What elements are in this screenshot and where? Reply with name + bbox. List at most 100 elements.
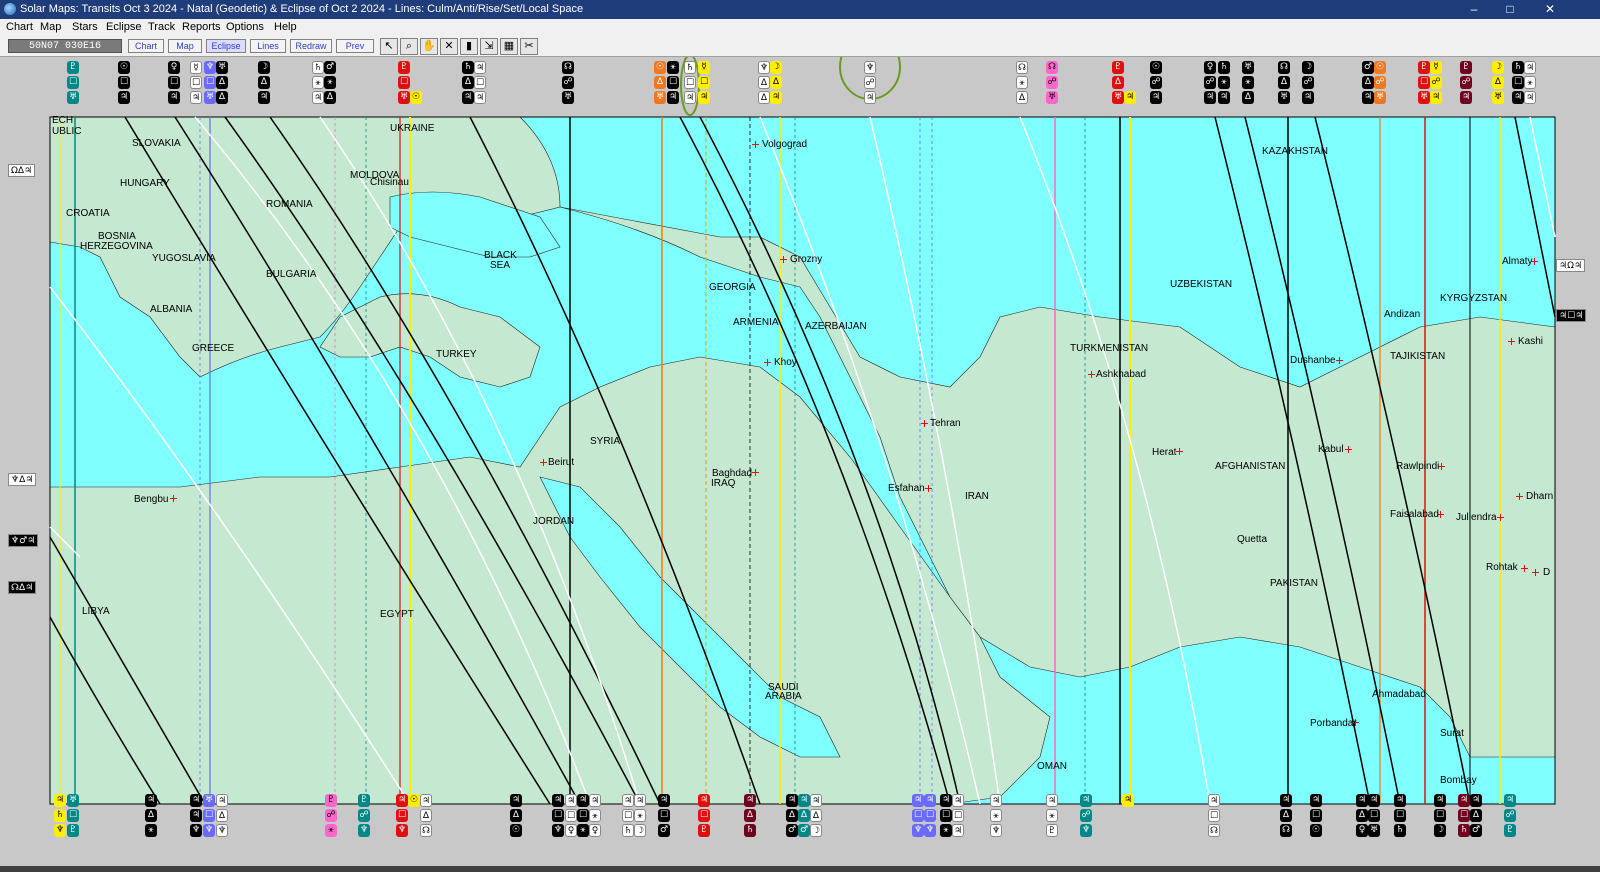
city-label: Rohtak: [1486, 562, 1518, 573]
country-label: IRAQ: [711, 478, 736, 489]
glyph-stack-top: ♀ ☐ ♃: [168, 61, 180, 104]
menu-reports[interactable]: Reports: [182, 21, 221, 33]
cross-icon[interactable]: ✕: [440, 38, 458, 55]
country-label: LIBYA: [82, 606, 110, 617]
country-label: SYRIA: [590, 436, 621, 447]
city-marker: [752, 141, 759, 148]
glyph-stack-top: ♅ ⚹ Δ: [1242, 61, 1254, 104]
menu-help[interactable]: Help: [274, 21, 297, 33]
glyph-stack-bottom: ♃ ☐ ♂: [658, 794, 670, 837]
city-marker: [170, 495, 177, 502]
glyph-stack-top: ☊ Δ ♅: [1278, 61, 1290, 104]
country-label: UBLIC: [52, 126, 82, 137]
eclipse-button[interactable]: Eclipse: [206, 39, 246, 53]
marker-icon[interactable]: ▮: [460, 38, 478, 55]
country-label: AZERBAIJAN: [805, 321, 867, 332]
glyph-stack-top: ☉ Δ ♅: [654, 61, 666, 104]
map-area[interactable]: ECH UBLIC SLOVAKIA UKRAINE HUNGARY MOLDO…: [0, 57, 1600, 872]
glyph-stack-bottom: ♃ ♄ ♆: [54, 794, 66, 837]
glyph-stack-top: ☽ Δ ♃: [770, 61, 782, 104]
city-label: Baghdad: [712, 468, 753, 479]
country-label: ALBANIA: [150, 304, 193, 315]
minimize-button[interactable]: –: [1456, 0, 1492, 19]
glyph-stack-bottom: ♇ ☍ ♆: [358, 794, 370, 837]
country-label: GEORGIA: [709, 282, 756, 293]
maximize-button[interactable]: □: [1492, 0, 1528, 19]
hand-icon[interactable]: ✋: [420, 38, 438, 55]
lines-button[interactable]: Lines: [250, 39, 286, 53]
city-label: Surat: [1440, 728, 1464, 739]
zoom-icon[interactable]: ⌕: [400, 38, 418, 55]
glyph-stack-top: ☿ ☐ ♃: [698, 61, 710, 104]
city-label: Grozny: [790, 254, 823, 265]
grid-icon[interactable]: ▦: [500, 38, 518, 55]
glyph-stack-top: ☽ ☍ ♃: [1302, 61, 1314, 104]
country-label: BULGARIA: [266, 269, 317, 280]
city-label: Kashi: [1518, 336, 1544, 347]
city-label: Tehran: [930, 418, 961, 429]
city-marker: [1532, 569, 1539, 576]
city-marker: [1508, 338, 1515, 345]
glyph-stack-top: ♇ ☍ ♃: [1460, 61, 1472, 104]
glyph-stack-top: ☽ Δ ♅: [1492, 61, 1504, 104]
glyph-stack-bottom: ♃ ☐ ♆: [552, 794, 564, 837]
country-label: KYRGYZSTAN: [1440, 293, 1508, 304]
cursor-icon[interactable]: ↖: [380, 38, 398, 55]
close-button[interactable]: ✕: [1532, 0, 1568, 19]
city-label: Chisinau: [370, 177, 409, 188]
coordinates-readout: 50N07 030E16: [8, 39, 122, 53]
prev-button[interactable]: Prev: [336, 39, 374, 53]
app-globe-icon: [4, 3, 16, 15]
left-margin-label: ☊Δ♃: [8, 581, 37, 594]
country-label: GREECE: [192, 343, 235, 354]
redraw-button[interactable]: Redraw: [290, 39, 332, 53]
glyph-stack-bottom: ♇ ☍ ⚹: [325, 794, 337, 837]
scissors-icon[interactable]: ✂: [520, 38, 538, 55]
city-label: Bengbu: [134, 494, 169, 505]
glyph-stack-bottom: ♃ ☐ ☽: [1434, 794, 1446, 837]
glyph-stack-bottom: ♃ Δ ⚹: [145, 794, 157, 837]
city-label: Ashkhabad: [1096, 369, 1147, 380]
city-marker: [1516, 493, 1523, 500]
glyph-stack-bottom: ♃ ☐ ☉: [1310, 794, 1322, 837]
glyph-stack-top: ♄ ☐ ♃: [684, 61, 696, 104]
chart-button[interactable]: Chart: [128, 39, 164, 53]
left-margin-label: ΩΔ♃: [8, 164, 36, 177]
menu-options[interactable]: Options: [226, 21, 264, 33]
glyph-stack-top: ☉ ☍ ♅: [1374, 61, 1386, 104]
glyph-stack-top: ☊ ⚹ Δ: [1016, 61, 1028, 104]
glyph-stack-bottom: ♃ ☍ ♇: [1504, 794, 1516, 837]
menu-track[interactable]: Track: [148, 21, 175, 33]
arrows-icon[interactable]: ⇲: [480, 38, 498, 55]
right-margin-label: ♃Ω♃: [1556, 259, 1586, 272]
menu-chart[interactable]: Chart: [6, 21, 33, 33]
city-label: Quetta: [1237, 534, 1268, 545]
country-label: SLOVAKIA: [132, 138, 181, 149]
city-label: Almaty: [1502, 256, 1533, 267]
country-label: TAJIKISTAN: [1390, 351, 1446, 362]
glyph-stack-bottom: ♅ ☐ ♆: [203, 794, 215, 837]
glyph-stack-bottom: ♃ Δ ☉: [510, 794, 522, 837]
country-label: OMAN: [1037, 761, 1067, 772]
city-label: Bombay: [1440, 775, 1477, 786]
glyph-stack-top: ♇ ☐ ♅: [67, 61, 79, 104]
glyph-stack-bottom: ♃ ⚹ ♆: [990, 794, 1002, 837]
status-bar: [0, 866, 1600, 872]
menu-stars[interactable]: Stars: [72, 21, 98, 33]
country-label: ARMENIA: [733, 317, 779, 328]
city-label: Jullendra: [1456, 512, 1497, 523]
country-label: UZBEKISTAN: [1170, 279, 1233, 290]
glyph-stack-bottom: ♃ Δ ♂: [1470, 794, 1482, 837]
country-label: AFGHANISTAN: [1215, 461, 1286, 472]
menu-map[interactable]: Map: [40, 21, 61, 33]
glyph-stack-bottom: ♃ Δ ☽: [810, 794, 822, 837]
glyph-stack-top: ♅ Δ Δ: [216, 61, 228, 104]
city-marker: [1176, 448, 1183, 455]
map-button[interactable]: Map: [168, 39, 202, 53]
menu-eclipse[interactable]: Eclipse: [106, 21, 141, 33]
glyph-stack-top: ♃: [1124, 91, 1136, 104]
astro-map[interactable]: [0, 57, 1600, 872]
city-label: Faisalabad: [1390, 509, 1439, 520]
glyph-stack-bottom: ♃: [1122, 794, 1134, 807]
city-label: Khoy: [774, 357, 797, 368]
